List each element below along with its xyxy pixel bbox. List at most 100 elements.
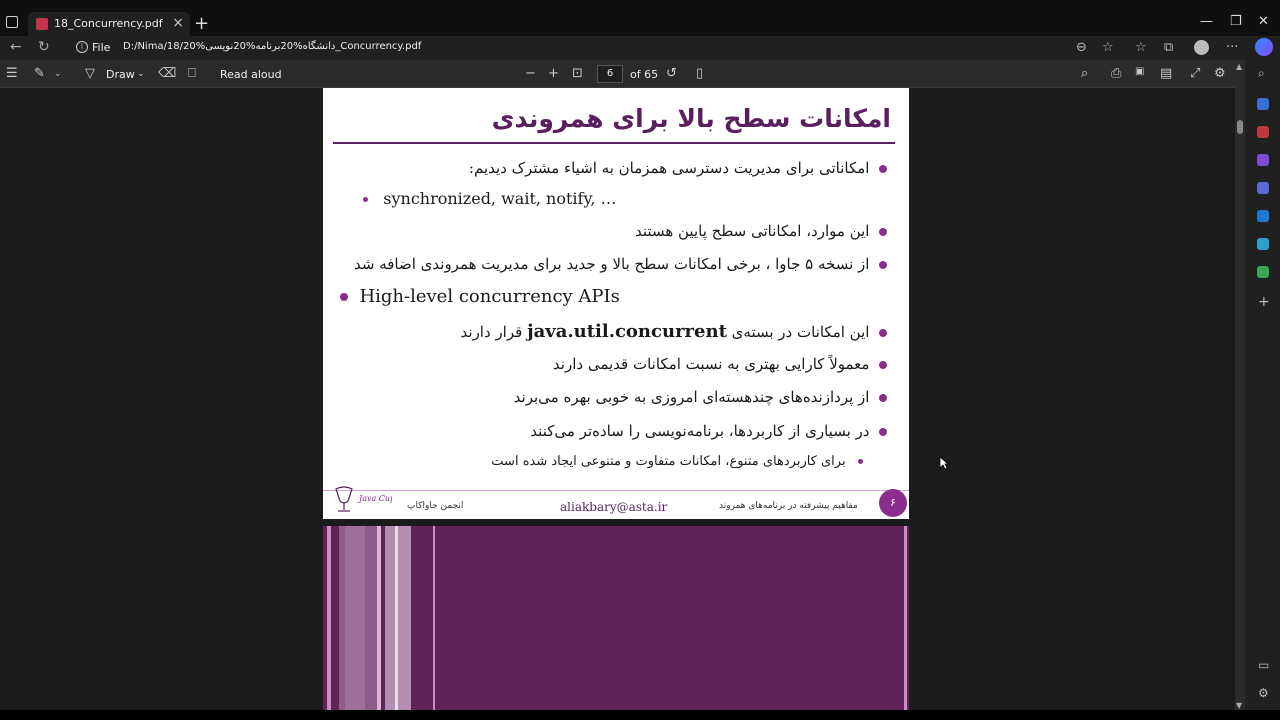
slide-page-6: امکانات سطح بالا برای همروندی امکاناتی ب… xyxy=(323,88,909,519)
maximize-button[interactable]: ❐ xyxy=(1230,14,1242,29)
workspaces-icon[interactable] xyxy=(6,16,18,28)
chevron-down-icon[interactable]: ⌄ xyxy=(54,69,62,79)
send-icon[interactable] xyxy=(1257,238,1269,250)
bullet-9: در بسیاری از کاربردها، برنامه‌نویسی را س… xyxy=(530,422,887,440)
mouse-cursor-icon xyxy=(939,456,949,470)
stripe xyxy=(345,526,365,710)
bullet-dot xyxy=(879,361,887,369)
page-view-icon[interactable]: ▯ xyxy=(696,66,703,81)
settings-gear-icon[interactable]: ⚙ xyxy=(1214,66,1226,81)
shopping-icon[interactable] xyxy=(1257,126,1269,138)
collections-icon[interactable]: ⧉ xyxy=(1164,40,1173,55)
draw-icon[interactable]: ▽ xyxy=(85,66,95,81)
bullet-dot xyxy=(879,428,887,436)
logo-text: Java Cup xyxy=(357,494,392,503)
page-number-input[interactable]: 6 xyxy=(597,65,623,83)
save-icon[interactable]: ▣ xyxy=(1135,66,1144,77)
bullet-10: برای کاربردهای متنوع، امکانات متفاوت و م… xyxy=(491,454,863,469)
stripe xyxy=(395,526,398,710)
copilot-icon[interactable] xyxy=(1255,38,1273,56)
zoom-in-button[interactable]: + xyxy=(548,66,559,81)
new-tab-button[interactable]: + xyxy=(194,13,209,34)
site-info-icon[interactable]: i xyxy=(76,41,88,53)
bullet-text: از پردازنده‌های چندهسته‌ای امروزی به خوب… xyxy=(513,388,870,406)
bullet-8: از پردازنده‌های چندهسته‌ای امروزی به خوب… xyxy=(514,388,887,406)
bullet-5: High-level concurrency APIs xyxy=(340,286,620,307)
vertical-scrollbar[interactable]: ▲ ▼ xyxy=(1235,62,1245,710)
footer-divider xyxy=(323,490,909,491)
sidebar-settings-icon[interactable]: ⚙ xyxy=(1258,686,1269,700)
tree-icon[interactable] xyxy=(1257,266,1269,278)
favorites-icon[interactable]: ☆ xyxy=(1135,40,1147,55)
url-field[interactable]: D:/Nima/18/دانشگاه%20برنامه%20نویسی%20_C… xyxy=(123,41,421,52)
add-sidebar-app-icon[interactable]: + xyxy=(1258,294,1270,310)
bullet-7: معمولاً کارایی بهتری به نسبت امکانات قدی… xyxy=(553,355,887,373)
bottom-edge xyxy=(0,710,1280,720)
fit-page-icon[interactable]: ⊡ xyxy=(572,66,583,81)
settings-menu-button[interactable]: ··· xyxy=(1226,40,1238,55)
save-as-icon[interactable]: ▤ xyxy=(1160,66,1172,81)
chevron-down-icon[interactable]: ⌄ xyxy=(137,69,145,79)
pdf-viewer[interactable]: امکانات سطح بالا برای همروندی امکاناتی ب… xyxy=(0,88,1245,710)
rotate-icon[interactable]: ↺ xyxy=(666,66,677,81)
minimize-button[interactable]: — xyxy=(1200,14,1213,29)
sidebar-layout-icon[interactable]: ▭ xyxy=(1258,658,1269,672)
profile-avatar[interactable] xyxy=(1194,40,1209,55)
stripe xyxy=(904,526,907,710)
bullet-dot xyxy=(340,293,348,301)
search-icon[interactable]: ⌕ xyxy=(1258,66,1265,81)
print-icon[interactable]: ⎙ xyxy=(1111,66,1121,81)
bullet-4: از نسخه ۵ جاوا ، برخی امکانات سطح بالا و… xyxy=(354,255,887,273)
highlight-icon[interactable]: ✎ xyxy=(34,66,45,81)
file-scheme-label: File xyxy=(92,41,111,54)
games-icon[interactable] xyxy=(1257,154,1269,166)
bullet-6: این امکانات در بسته‌ی java.util.concurre… xyxy=(461,321,887,342)
pdf-file-icon xyxy=(36,18,48,30)
bullet-text: امکاناتی برای مدیریت دسترسی همزمان به اش… xyxy=(468,159,870,177)
text-icon[interactable]: ⎕ xyxy=(188,66,196,81)
bullet-text: برای کاربردهای متنوع، امکانات متفاوت و م… xyxy=(491,454,846,469)
bullet-text: قرار دارند xyxy=(460,323,523,341)
draw-button[interactable]: Draw xyxy=(106,68,135,81)
zoom-icon[interactable]: ⊖ xyxy=(1076,40,1087,55)
bullet-text: synchronized, wait, notify, … xyxy=(383,189,617,208)
edge-sidebar: ⌕ + ▭ ⚙ xyxy=(1245,60,1280,710)
scroll-down-icon[interactable]: ▼ xyxy=(1236,701,1242,710)
bullet-dot xyxy=(879,165,887,173)
read-aloud-button[interactable]: Read aloud xyxy=(220,68,282,81)
erase-icon[interactable]: ⌫ xyxy=(158,66,176,81)
outlook-icon[interactable] xyxy=(1257,210,1269,222)
zoom-out-button[interactable]: − xyxy=(525,66,536,81)
slide-title: امکانات سطح بالا برای همروندی xyxy=(491,104,891,133)
footer-course: مفاهیم پیشرفته در برنامه‌های همروند xyxy=(719,501,858,511)
stripe xyxy=(327,526,331,710)
search-icon[interactable]: ⌕ xyxy=(1081,66,1088,81)
bullet-text: از نسخه ۵ جاوا ، برخی امکانات سطح بالا و… xyxy=(353,255,870,273)
favorite-star-icon[interactable]: ☆ xyxy=(1102,40,1114,55)
page-total: of 65 xyxy=(630,68,659,81)
tab-active[interactable]: 18_Concurrency.pdf × xyxy=(28,12,190,36)
slide-page-7 xyxy=(323,526,909,710)
bullet-text: معمولاً کارایی بهتری به نسبت امکانات قدی… xyxy=(552,355,870,373)
scroll-up-icon[interactable]: ▲ xyxy=(1236,62,1242,71)
copilot-app-icon[interactable] xyxy=(1257,98,1269,110)
bullet-dot xyxy=(879,261,887,269)
bullet-dot xyxy=(363,197,368,202)
bullet-text: در بسیاری از کاربردها، برنامه‌نویسی را س… xyxy=(530,422,870,440)
footer-email: aliakbary@asta.ir xyxy=(560,500,668,514)
bullet-dot xyxy=(879,394,887,402)
address-bar: ← ↻ i File D:/Nima/18/دانشگاه%20برنامه%2… xyxy=(0,36,1280,60)
close-window-button[interactable]: ✕ xyxy=(1258,14,1269,29)
fullscreen-icon[interactable]: ⤢ xyxy=(1190,66,1200,81)
scrollbar-thumb[interactable] xyxy=(1237,120,1243,134)
back-button[interactable]: ← xyxy=(10,39,22,55)
microsoft-365-icon[interactable] xyxy=(1257,182,1269,194)
bullet-3: این موارد، امکاناتی سطح پایین هستند xyxy=(635,222,887,240)
tab-close-icon[interactable]: × xyxy=(172,15,184,31)
bullet-text: این امکانات در بسته‌ی xyxy=(731,323,870,341)
contents-icon[interactable]: ☰ xyxy=(6,66,18,81)
bullet-1: امکاناتی برای مدیریت دسترسی همزمان به اش… xyxy=(469,159,887,177)
pdf-toolbar: ☰ ✎ ⌄ ▽ Draw ⌄ ⌫ ⎕ Read aloud − + ⊡ 6 of… xyxy=(0,60,1245,88)
package-name: java.util.concurrent xyxy=(527,321,727,342)
refresh-button[interactable]: ↻ xyxy=(38,39,50,55)
